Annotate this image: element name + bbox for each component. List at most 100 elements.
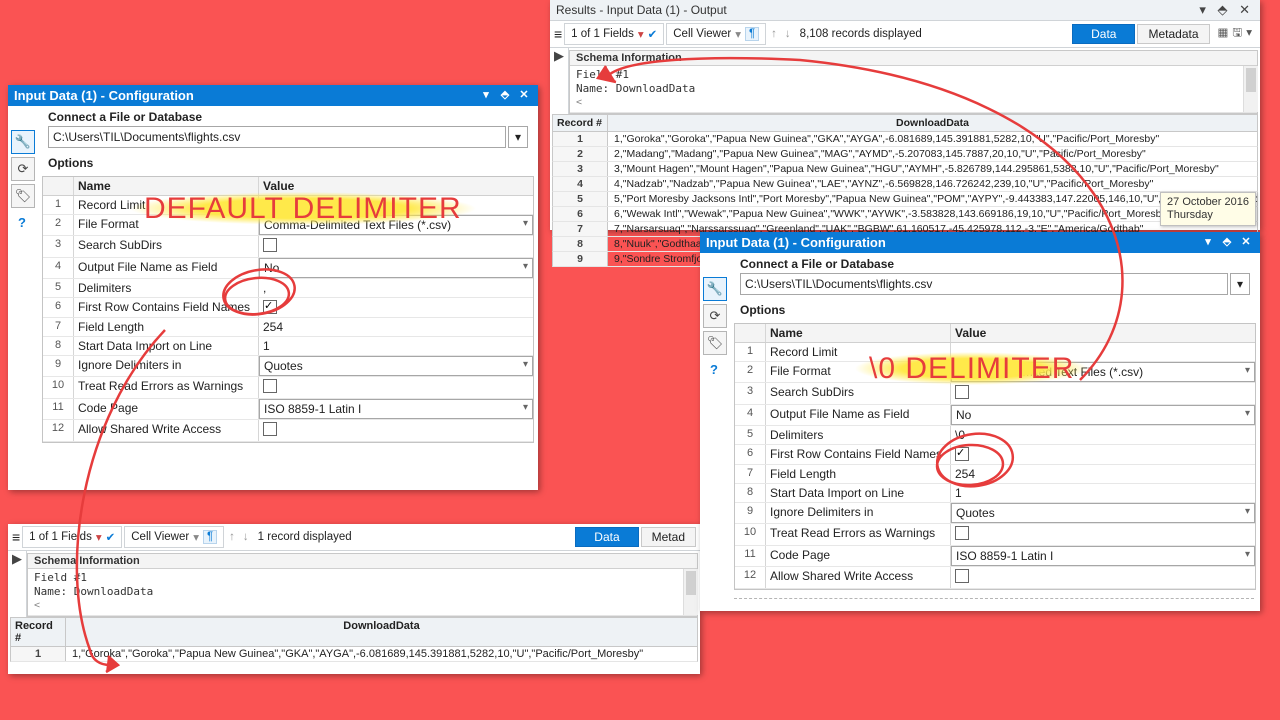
option-select[interactable]: Quotes▾: [951, 503, 1255, 523]
wrench-icon[interactable]: 🔧: [11, 130, 35, 154]
option-value[interactable]: 1: [951, 484, 1255, 502]
sort-asc-icon[interactable]: ↑: [226, 531, 238, 543]
option-checkbox[interactable]: [951, 524, 1255, 545]
pilcrow-icon[interactable]: ¶: [745, 27, 759, 41]
row-index: 6: [735, 445, 766, 464]
option-select[interactable]: No▾: [259, 258, 533, 278]
table-row[interactable]: 66,"Wewak Intl","Wewak","Papua New Guine…: [552, 207, 1258, 222]
tag-icon[interactable]: 🏷: [11, 184, 35, 208]
option-select[interactable]: ISO 8859-1 Latin I▾: [259, 399, 533, 419]
row-index: 5: [43, 279, 74, 297]
option-select[interactable]: Quotes▾: [259, 356, 533, 376]
options-heading: Options: [734, 301, 1256, 323]
row-index: 10: [735, 524, 766, 545]
results-grid: Record #DownloadData11,"Goroka","Goroka"…: [10, 617, 698, 662]
results-toolbar: ≡ 1 of 1 Fields▾ ✔ Cell Viewer▾ ¶ ↑ ↓ 1 …: [8, 524, 700, 551]
schema-line-2: Name: DownloadData: [576, 82, 1251, 96]
date-tooltip: 27 October 2016 Thursday: [1160, 192, 1256, 226]
dropdown-icon[interactable]: ▾: [478, 89, 494, 103]
pin-icon[interactable]: ⬘: [497, 89, 513, 103]
file-path-dropdown[interactable]: ▾: [508, 126, 528, 148]
option-value[interactable]: 1: [259, 337, 533, 355]
row-index: 8: [735, 484, 766, 502]
option-name: File Format: [766, 362, 951, 382]
table-row[interactable]: 55,"Port Moresby Jacksons Intl","Port Mo…: [552, 192, 1258, 207]
row-index: 12: [43, 420, 74, 441]
table-row[interactable]: 11,"Goroka","Goroka","Papua New Guinea",…: [10, 647, 698, 662]
cell-viewer-dropdown[interactable]: Cell Viewer▾ ¶: [124, 526, 224, 548]
row-index: 2: [43, 215, 74, 235]
refresh-icon[interactable]: ⟳: [703, 304, 727, 328]
option-value[interactable]: \0: [951, 426, 1255, 444]
help-icon[interactable]: ?: [11, 211, 33, 233]
table-row[interactable]: 33,"Mount Hagen","Mount Hagen","Papua Ne…: [552, 162, 1258, 177]
sort-desc-icon[interactable]: ↓: [782, 28, 794, 40]
schema-line-2: Name: DownloadData: [34, 585, 691, 599]
option-value[interactable]: [951, 343, 1255, 361]
option-select[interactable]: No▾: [951, 405, 1255, 425]
save-icon[interactable]: 🖫: [1232, 27, 1246, 39]
col-record-num: Record #: [11, 618, 66, 646]
file-path-dropdown[interactable]: ▾: [1230, 273, 1250, 295]
option-checkbox[interactable]: [951, 383, 1255, 404]
scrollbar-vertical[interactable]: [1243, 66, 1258, 112]
option-checkbox[interactable]: [259, 298, 533, 317]
settings-icon[interactable]: ▾: [1246, 27, 1256, 39]
cell-viewer-dropdown[interactable]: Cell Viewer▾ ¶: [666, 23, 766, 45]
option-select[interactable]: ISO 8859-1 Latin I▾: [951, 546, 1255, 566]
output-anchor-icon[interactable]: ▶: [550, 48, 569, 114]
option-name: Delimiters: [74, 279, 259, 297]
help-icon[interactable]: ?: [703, 358, 725, 380]
sort-asc-icon[interactable]: ↑: [768, 28, 780, 40]
option-checkbox[interactable]: [259, 377, 533, 398]
pin-icon[interactable]: ⬘: [1217, 2, 1231, 17]
row-index: 7: [43, 318, 74, 336]
option-checkbox[interactable]: [951, 445, 1255, 464]
option-name: Search SubDirs: [766, 383, 951, 404]
tag-icon[interactable]: 🏷: [703, 331, 727, 355]
option-select[interactable]: Comma-Delimited Text Files (*.csv)▾: [951, 362, 1255, 382]
wrench-icon[interactable]: 🔧: [703, 277, 727, 301]
output-anchor-icon[interactable]: ▶: [8, 551, 27, 617]
pilcrow-icon[interactable]: ¶: [203, 530, 217, 544]
scrollbar-vertical[interactable]: [683, 569, 698, 615]
close-icon[interactable]: ✕: [516, 89, 532, 103]
option-name: Field Length: [74, 318, 259, 336]
sort-desc-icon[interactable]: ↓: [240, 531, 252, 543]
option-name: Allow Shared Write Access: [766, 567, 951, 588]
row-index: 8: [43, 337, 74, 355]
option-checkbox[interactable]: [259, 236, 533, 257]
option-name: Code Page: [766, 546, 951, 566]
close-icon[interactable]: ✕: [1238, 236, 1254, 250]
copy-icon[interactable]: ▦: [1218, 27, 1233, 39]
option-value[interactable]: 254: [951, 465, 1255, 483]
table-row[interactable]: 44,"Nadzab","Nadzab","Papua New Guinea",…: [552, 177, 1258, 192]
option-value[interactable]: [259, 196, 533, 214]
metadata-button[interactable]: Metad: [641, 527, 696, 547]
dropdown-icon[interactable]: ▾: [1200, 236, 1216, 250]
metadata-button[interactable]: Metadata: [1137, 24, 1209, 44]
option-select[interactable]: Comma-Delimited Text Files (*.csv)▾: [259, 215, 533, 235]
option-checkbox[interactable]: [951, 567, 1255, 588]
option-value[interactable]: 254: [259, 318, 533, 336]
col-value: Value: [951, 324, 1255, 342]
data-button[interactable]: Data: [1072, 24, 1135, 44]
option-value[interactable]: ,: [259, 279, 533, 297]
dropdown-icon[interactable]: ▾: [1199, 2, 1210, 17]
field-selector[interactable]: 1 of 1 Fields▾ ✔: [22, 526, 122, 548]
table-row[interactable]: 22,"Madang","Madang","Papua New Guinea",…: [552, 147, 1258, 162]
file-path-input[interactable]: C:\Users\TIL\Documents\flights.csv: [48, 126, 506, 148]
field-selector[interactable]: 1 of 1 Fields▾ ✔: [564, 23, 664, 45]
menu-icon[interactable]: ≡: [12, 529, 20, 545]
table-row[interactable]: 11,"Goroka","Goroka","Papua New Guinea",…: [552, 132, 1258, 147]
pin-icon[interactable]: ⬘: [1219, 236, 1235, 250]
close-icon[interactable]: ✕: [1239, 2, 1254, 17]
refresh-icon[interactable]: ⟳: [11, 157, 35, 181]
file-path-input[interactable]: C:\Users\TIL\Documents\flights.csv: [740, 273, 1228, 295]
results-panel-bottom: ≡ 1 of 1 Fields▾ ✔ Cell Viewer▾ ¶ ↑ ↓ 1 …: [8, 524, 700, 674]
menu-icon[interactable]: ≡: [554, 26, 562, 42]
option-checkbox[interactable]: [259, 420, 533, 441]
data-button[interactable]: Data: [575, 527, 638, 547]
options-grid: NameValue1Record Limit2File FormatComma-…: [734, 323, 1256, 590]
row-index: 1: [735, 343, 766, 361]
